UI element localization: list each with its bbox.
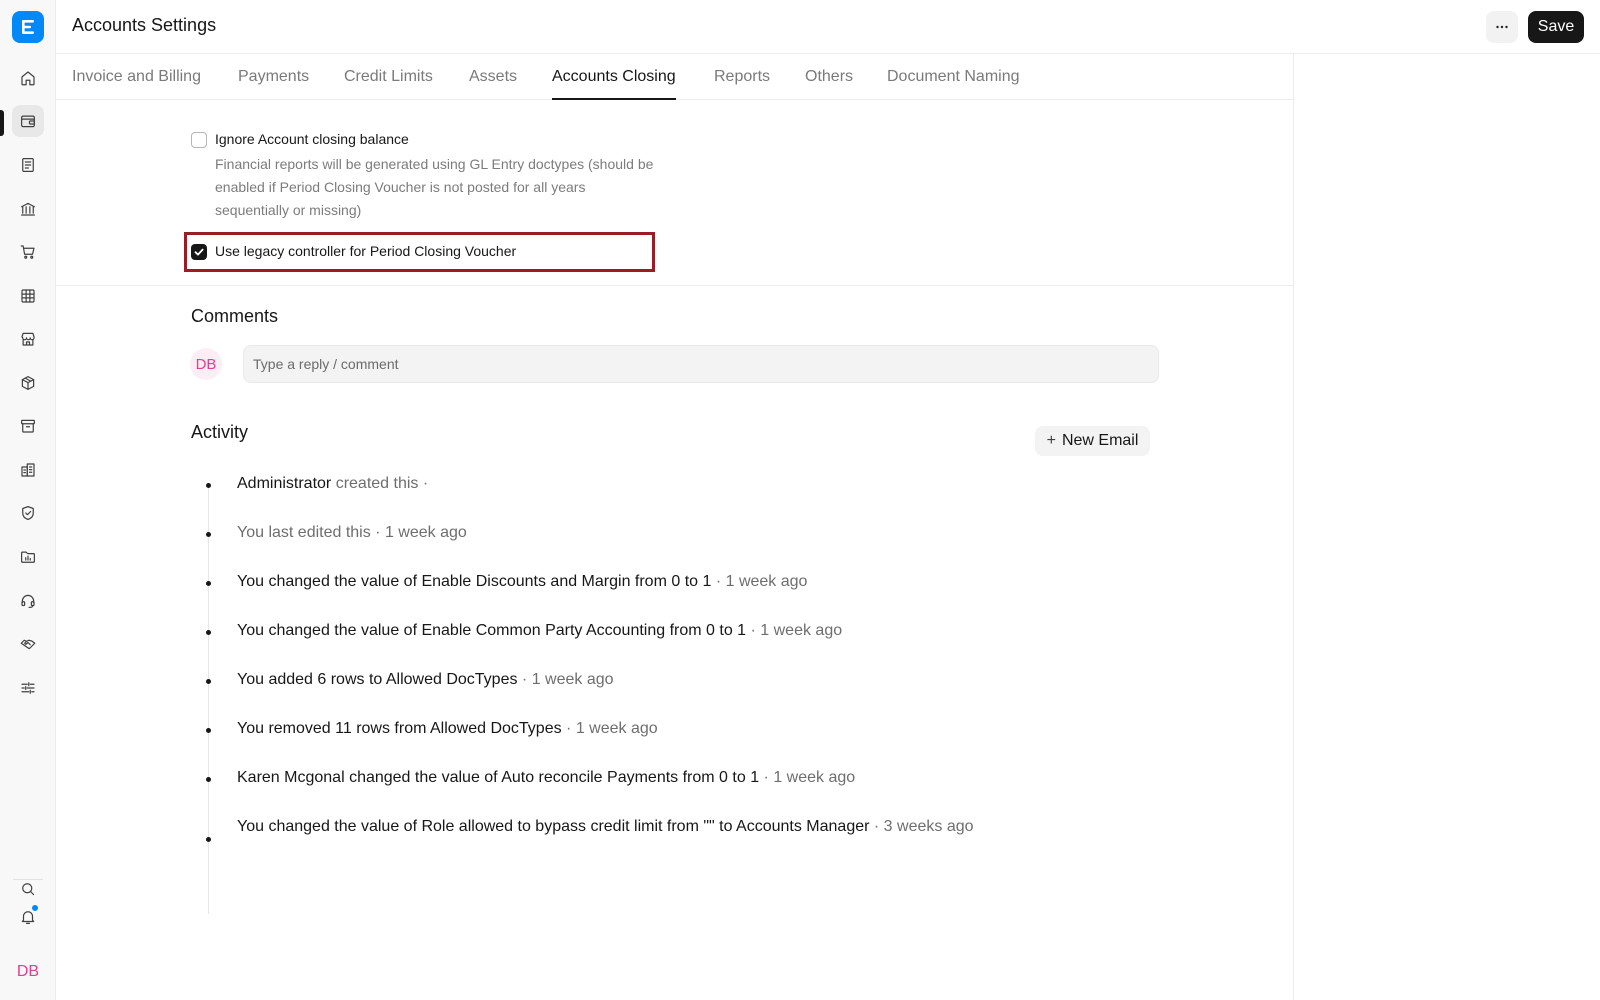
wallet-icon (21, 115, 35, 128)
sidebar-item-invoices[interactable] (12, 149, 44, 181)
sidebar-item-support[interactable] (12, 585, 44, 617)
document-icon (22, 158, 34, 172)
user-avatar[interactable]: DB (12, 956, 44, 988)
sidebar-item-spreadsheet[interactable] (12, 280, 44, 312)
tab-credit-limits[interactable]: Credit Limits (344, 54, 433, 100)
activity-time: · 1 week ago (711, 573, 808, 590)
sidebar-notifications[interactable] (12, 901, 44, 933)
sidebar-item-stock[interactable] (12, 367, 44, 399)
archive-icon (21, 419, 35, 433)
sidebar-item-crm[interactable] (12, 628, 44, 660)
activity-bullet (206, 581, 211, 586)
headset-icon (21, 594, 35, 608)
cart-icon (20, 245, 35, 259)
activity-title: Activity (191, 422, 249, 442)
activity-text: Administrator created this · (237, 472, 977, 495)
activity-text: Karen Mcgonal changed the value of Auto … (237, 766, 977, 789)
activity-time: · 1 week ago (746, 622, 843, 639)
sidebar-item-banking[interactable] (12, 193, 44, 225)
tab-document-naming[interactable]: Document Naming (887, 54, 1020, 100)
sidebar-item-home[interactable] (12, 62, 44, 94)
activity-text: You changed the value of Enable Common P… (237, 619, 977, 642)
activity-description: Karen Mcgonal changed the value of Auto … (237, 769, 760, 786)
settings-tabs: Invoice and Billing Payments Credit Limi… (56, 54, 1293, 100)
sidebar-item-settings[interactable] (12, 672, 44, 704)
tab-payments[interactable]: Payments (238, 54, 309, 100)
activity-bullet (206, 777, 211, 782)
activity-time: · 1 week ago (561, 720, 658, 737)
main-content: Invoice and Billing Payments Credit Limi… (56, 54, 1294, 1000)
tab-reports[interactable]: Reports (714, 54, 770, 100)
tab-accounts-closing[interactable]: Accounts Closing (552, 54, 676, 100)
app-logo[interactable] (12, 11, 44, 43)
ignore-closing-balance-label: Ignore Account closing balance (215, 131, 409, 147)
building-icon (21, 463, 35, 477)
store-icon (21, 332, 35, 346)
table-icon (21, 289, 35, 303)
activity-bullet (206, 679, 211, 684)
activity-description: You removed 11 rows from Allowed DocType… (237, 720, 562, 737)
activity-bullet (206, 837, 211, 842)
save-button[interactable]: Save (1528, 11, 1584, 43)
comment-input[interactable] (243, 345, 1159, 383)
new-email-label: New Email (1061, 432, 1139, 449)
activity-time: · 1 week ago (759, 769, 856, 786)
folder-chart-icon (21, 551, 35, 563)
ellipsis-icon (1496, 25, 1508, 29)
activity-text: You last edited this · 1 week ago (237, 524, 467, 541)
legacy-controller-checkbox[interactable] (191, 244, 207, 260)
sidebar-item-organization[interactable] (12, 454, 44, 486)
activity-text: You changed the value of Enable Discount… (237, 570, 977, 593)
search-icon (22, 883, 35, 896)
comment-avatar: DB (190, 348, 222, 380)
legacy-controller-label: Use legacy controller for Period Closing… (215, 243, 517, 259)
activity-description: You added 6 rows to Allowed DocTypes (237, 671, 518, 688)
activity-bullet (206, 532, 211, 537)
plus-icon: + (1046, 432, 1056, 449)
page-header: Accounts Settings Save (56, 0, 1600, 54)
page-title: Accounts Settings (72, 15, 217, 35)
activity-description: created this · (331, 475, 429, 492)
activity-text: You added 6 rows to Allowed DocTypes · 1… (237, 668, 977, 691)
section-divider (56, 285, 1293, 286)
activity-bullet (206, 630, 211, 635)
activity-description: You changed the value of Role allowed to… (237, 818, 870, 835)
comments-title: Comments (191, 306, 279, 326)
home-icon (21, 71, 35, 86)
activity-description: You changed the value of Enable Common P… (237, 622, 747, 639)
sliders-icon (21, 682, 35, 694)
activity-description: You changed the value of Enable Discount… (237, 573, 712, 590)
tab-invoice-and-billing[interactable]: Invoice and Billing (72, 54, 201, 100)
notification-dot (31, 904, 39, 912)
activity-timeline (208, 484, 209, 914)
ignore-closing-balance-checkbox[interactable] (191, 132, 207, 148)
sidebar-item-buying[interactable] (12, 236, 44, 268)
activity-text: You changed the value of Role allowed to… (237, 815, 977, 838)
activity-actor[interactable]: Administrator (237, 475, 331, 492)
sidebar-item-accounting[interactable] (12, 105, 44, 137)
sidebar-item-archive[interactable] (12, 410, 44, 442)
tab-assets[interactable]: Assets (469, 54, 517, 100)
activity-bullet (206, 483, 211, 488)
activity-time: · 3 weeks ago (869, 818, 974, 835)
sidebar-item-projects[interactable] (12, 541, 44, 573)
check-icon (194, 248, 204, 256)
more-actions-button[interactable] (1486, 11, 1518, 43)
active-nav-indicator (0, 110, 4, 136)
sidebar-item-stores[interactable] (12, 323, 44, 355)
ignore-closing-balance-description: Financial reports will be generated usin… (215, 156, 654, 218)
activity-bullet (206, 728, 211, 733)
activity-text: You removed 11 rows from Allowed DocType… (237, 717, 977, 740)
shield-icon (22, 506, 34, 520)
box-icon (21, 376, 35, 390)
new-email-button[interactable]: + New Email (1035, 426, 1150, 456)
activity-time: · 1 week ago (517, 671, 614, 688)
bank-icon (21, 202, 35, 216)
sidebar-item-quality[interactable] (12, 497, 44, 529)
handshake-icon (20, 639, 36, 650)
tab-others[interactable]: Others (805, 54, 853, 100)
sidebar: DB (0, 0, 56, 1000)
